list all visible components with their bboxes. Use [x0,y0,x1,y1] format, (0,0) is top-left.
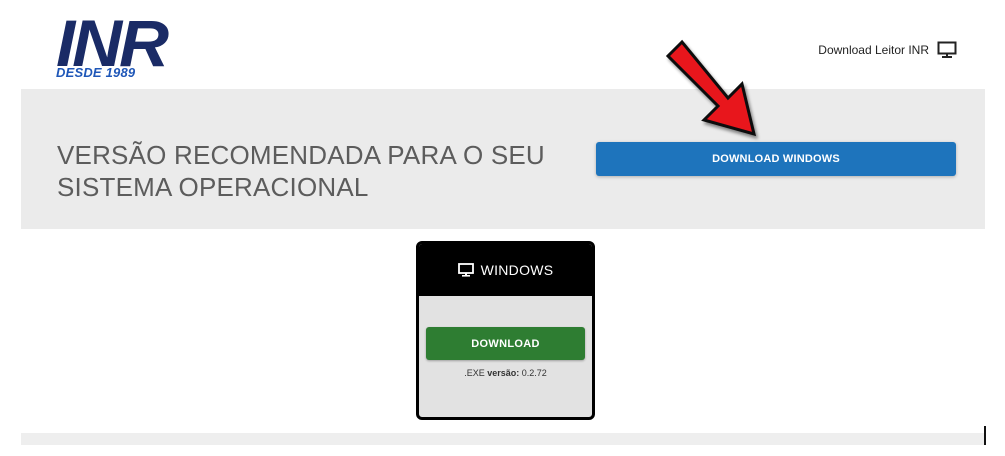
footer-strip [21,433,985,445]
download-button[interactable]: DOWNLOAD [426,327,585,360]
version-info: .EXE versão: 0.2.72 [419,368,592,378]
monitor-icon [457,263,474,277]
windows-card-header: WINDOWS [419,244,592,296]
version-number: 0.2.72 [521,368,547,378]
text-cursor [984,426,986,445]
monitor-icon [937,41,957,59]
recommended-version-title: VERSÃO RECOMENDADA PARA O SEU SISTEMA OP… [57,140,545,202]
version-label: versão: [487,368,520,378]
download-reader-link[interactable]: Download Leitor INR [818,40,957,60]
windows-card-title: WINDOWS [480,262,554,278]
download-reader-label: Download Leitor INR [818,43,929,57]
logo-tagline: DESDE 1989 [56,65,136,80]
download-windows-button[interactable]: DOWNLOAD WINDOWS [596,142,956,176]
version-file-type: .EXE [464,368,485,378]
recommended-version-banner: VERSÃO RECOMENDADA PARA O SEU SISTEMA OP… [21,89,985,229]
red-arrow-icon [665,39,757,137]
inr-logo[interactable]: INR DESDE 1989 [56,10,169,80]
windows-download-card: WINDOWS DOWNLOAD .EXE versão: 0.2.72 [416,241,595,420]
